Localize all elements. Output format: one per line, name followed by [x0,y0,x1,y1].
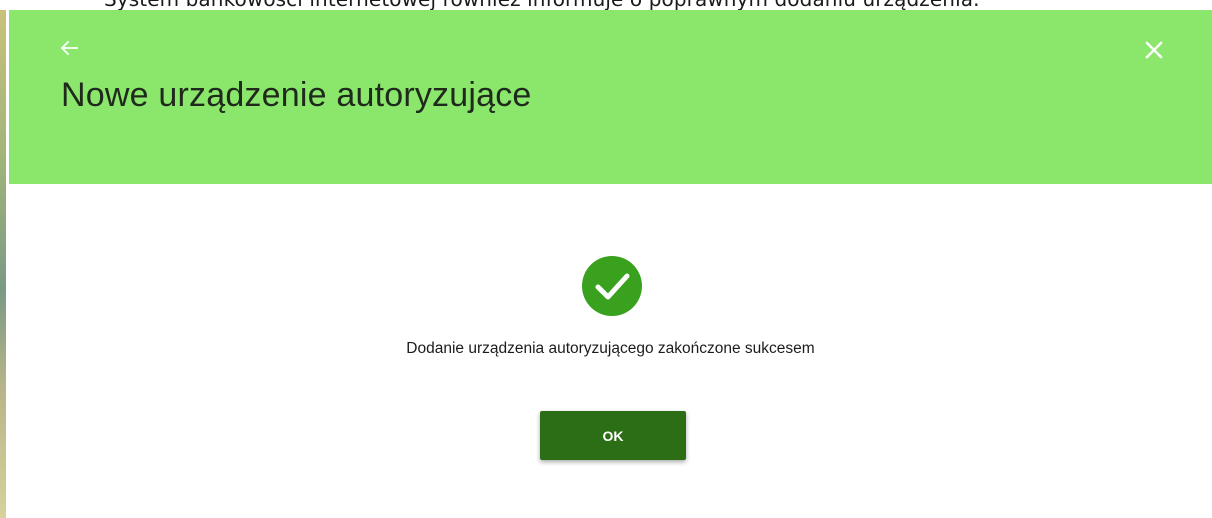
check-circle-icon [582,256,642,316]
caption-text: System bankowości internetowej również i… [104,0,980,10]
close-icon[interactable] [1142,38,1166,62]
success-message: Dodanie urządzenia autoryzującego zakońc… [406,340,815,357]
document-caption: System bankowości internetowej również i… [0,0,1212,10]
arrow-left-icon[interactable] [57,36,81,60]
dialog-header: Nowe urządzenie autoryzujące [9,10,1212,184]
dialog: Nowe urządzenie autoryzujące Dodanie urz… [9,10,1212,518]
ok-button[interactable]: OK [540,411,686,460]
dialog-title: Nowe urządzenie autoryzujące [61,76,532,114]
